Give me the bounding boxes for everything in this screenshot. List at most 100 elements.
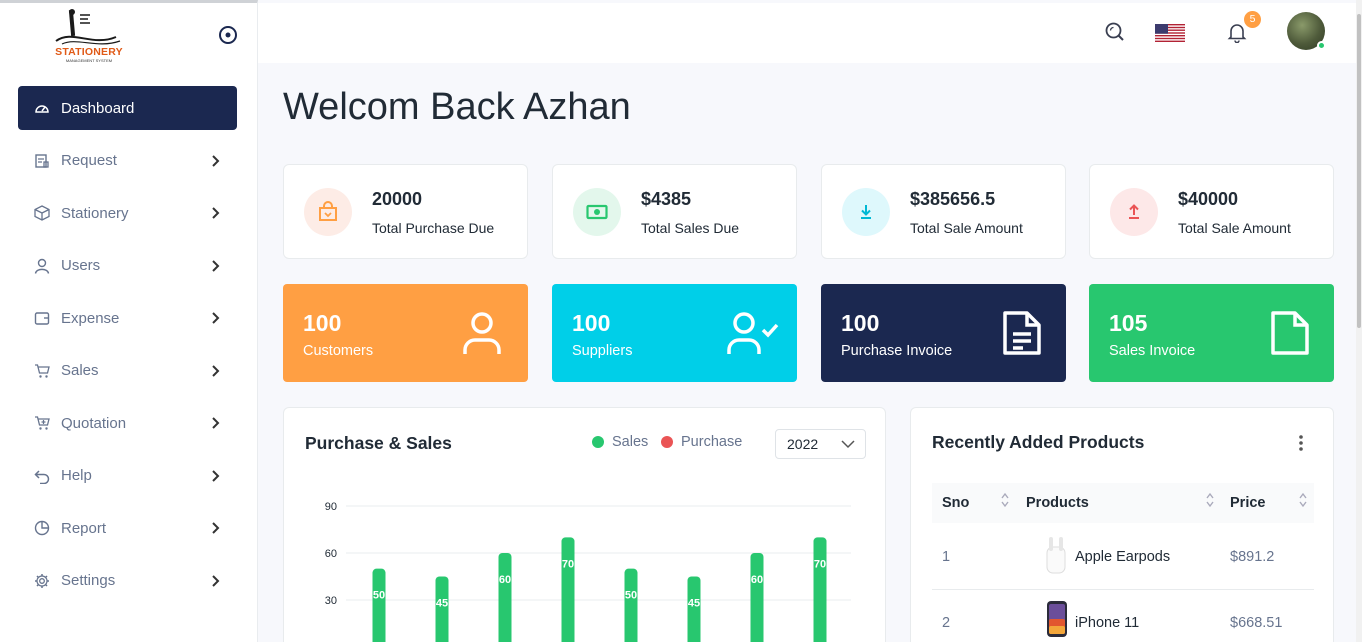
chart-bar[interactable]: [624, 568, 638, 642]
sidebar-item-label: Settings: [61, 572, 116, 589]
logo-text: STATIONERY: [55, 46, 123, 58]
chevron-right-icon: [212, 469, 220, 482]
sidebar-item-stationery[interactable]: Stationery: [18, 191, 237, 235]
sidebar-item-label: Stationery: [61, 204, 129, 222]
tile-suppliers[interactable]: 100 Suppliers: [552, 284, 797, 382]
sidebar: STATIONERY MANAGEMENT SYSTEM Dashboard R…: [0, 0, 258, 642]
column-header-price[interactable]: Price: [1230, 495, 1265, 511]
us-flag-icon[interactable]: [1155, 24, 1185, 42]
stat-value: $40000: [1178, 189, 1239, 209]
sidebar-menu: Dashboard Request Stationery Users Expen…: [18, 86, 237, 611]
stat-icon-circle: [573, 188, 621, 236]
scrollbar-thumb[interactable]: [1357, 14, 1361, 328]
tile-label: Purchase Invoice: [841, 343, 953, 359]
bar-data-label: 60: [751, 574, 763, 586]
search-icon[interactable]: [1104, 21, 1126, 43]
cash-icon: [586, 204, 608, 220]
sidebar-item-label: Help: [61, 467, 92, 484]
file-text-icon: [1003, 311, 1041, 355]
stat-value: $4385: [641, 189, 692, 209]
chevron-right-icon: [212, 364, 220, 377]
chart-bar[interactable]: [813, 537, 827, 642]
recent-products-card: Recently Added Products Sno Products Pri…: [910, 407, 1334, 642]
app-logo[interactable]: STATIONERY MANAGEMENT SYSTEM: [52, 7, 126, 65]
chart-bar[interactable]: [498, 553, 512, 642]
table-row: 1 Apple Earpods $891.2: [932, 523, 1314, 589]
online-status-indicator: [1317, 41, 1326, 50]
sidebar-item-label: Quotation: [61, 414, 127, 432]
stat-label: Total Sales Due: [641, 220, 740, 236]
sort-icon[interactable]: [1000, 491, 1010, 509]
product-name-link[interactable]: Apple Earpods: [1075, 549, 1170, 565]
chart-bar[interactable]: [561, 537, 575, 642]
chevron-right-icon: [212, 154, 220, 167]
stat-card-sale-amount-2: $40000 Total Sale Amount: [1089, 164, 1334, 259]
more-vertical-icon[interactable]: [1295, 434, 1307, 452]
sort-icon[interactable]: [1205, 491, 1215, 509]
tile-label: Sales Invoice: [1109, 343, 1196, 359]
user-check-icon: [727, 312, 779, 354]
bar-data-label: 50: [625, 590, 637, 602]
stat-icon-circle: [304, 188, 352, 236]
row-price: $891.2: [1230, 549, 1275, 565]
chevron-right-icon: [212, 312, 220, 324]
download-icon: [861, 205, 871, 219]
bar-data-label: 50: [373, 590, 385, 602]
logo-subtext: MANAGEMENT SYSTEM: [65, 58, 113, 63]
sidebar-item-settings[interactable]: Settings: [18, 559, 237, 603]
bar-data-label: 60: [499, 574, 511, 586]
tile-purchase-invoice[interactable]: 100 Purchase Invoice: [821, 284, 1066, 382]
cart-icon: [35, 363, 50, 378]
table-row: 2 iPhone 11 $668.51: [932, 590, 1314, 642]
stat-value: 20000: [372, 189, 423, 209]
request-icon: [35, 153, 49, 168]
tile-value: 105: [1109, 310, 1148, 336]
wallet-icon: [34, 312, 50, 325]
gear-icon: [35, 573, 49, 588]
sidebar-item-expense[interactable]: Expense: [18, 296, 237, 340]
sidebar-item-quotation[interactable]: Quotation: [18, 401, 237, 445]
tile-value: 100: [841, 310, 880, 336]
dashboard-icon: [35, 105, 49, 113]
chevron-right-icon: [212, 207, 220, 219]
sidebar-item-help[interactable]: Help: [18, 454, 237, 498]
sidebar-item-request[interactable]: Request: [18, 139, 237, 183]
sort-icon[interactable]: [1298, 491, 1308, 509]
products-table-header: Sno Products Price: [932, 483, 1314, 523]
bar-data-label: 70: [814, 558, 826, 570]
avatar[interactable]: [1287, 12, 1326, 50]
file-icon: [1271, 311, 1309, 355]
sidebar-item-users[interactable]: Users: [18, 244, 237, 288]
tile-sales-invoice[interactable]: 105 Sales Invoice: [1089, 284, 1334, 382]
column-header-products[interactable]: Products: [1026, 495, 1089, 511]
notification-badge: 5: [1244, 11, 1261, 28]
stat-label: Total Purchase Due: [372, 220, 495, 236]
sidebar-item-label: Sales: [61, 362, 99, 379]
sidebar-item-sales[interactable]: Sales: [18, 349, 237, 393]
chart-bar[interactable]: [372, 568, 386, 642]
logo-pen-icon: [55, 9, 121, 45]
chevron-right-icon: [212, 522, 220, 534]
tile-value: 100: [303, 310, 342, 336]
bar-data-label: 45: [688, 598, 700, 610]
stat-card-sales-due: $4385 Total Sales Due: [552, 164, 797, 259]
stat-label: Total Sale Amount: [910, 220, 1023, 236]
chart-bar[interactable]: [750, 553, 764, 642]
sidebar-item-dashboard[interactable]: Dashboard: [18, 86, 237, 130]
column-header-sno[interactable]: Sno: [942, 495, 969, 511]
box-icon: [34, 205, 50, 221]
earpods-icon: [1046, 537, 1066, 574]
sidebar-item-label: Users: [61, 257, 101, 274]
tile-customers[interactable]: 100 Customers: [283, 284, 528, 382]
tile-label: Suppliers: [572, 343, 633, 359]
y-tick-label: 60: [325, 548, 337, 560]
product-name-link[interactable]: iPhone 11: [1075, 615, 1139, 631]
chevron-right-icon: [212, 259, 220, 272]
row-price: $668.51: [1230, 615, 1283, 631]
sidebar-item-report[interactable]: Report: [18, 506, 237, 550]
user-icon: [34, 258, 50, 274]
stat-card-purchase-due: 20000 Total Purchase Due: [283, 164, 528, 259]
sidebar-item-label: Dashboard: [61, 99, 135, 117]
user-icon: [463, 312, 501, 354]
sidebar-toggle-icon[interactable]: [218, 25, 238, 45]
